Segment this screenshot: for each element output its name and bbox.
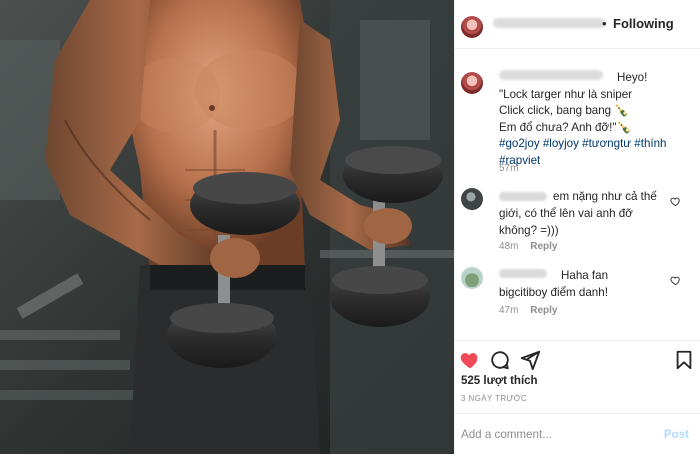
author-username-blurred[interactable] (493, 18, 605, 28)
share-icon[interactable] (519, 349, 541, 371)
post-header: • Following (455, 0, 700, 49)
comment-line: giới, có thể lên vai anh đỡ (499, 207, 633, 220)
caption-time: 57m (499, 163, 519, 174)
post-comment-button[interactable]: Post (664, 428, 689, 441)
comment-meta: 48m Reply (499, 241, 557, 252)
comment-text: em nặng như cả thế giới, có thể lên vai … (499, 188, 677, 239)
caption-line: Heyo! (617, 71, 648, 84)
hashtag-links[interactable]: #go2joy #loyjoy #tươngtư #thính (499, 136, 695, 153)
author-avatar[interactable] (461, 16, 483, 38)
caption-author-avatar[interactable] (461, 72, 483, 94)
caption-text: Heyo! "Lock targer như là sniper Click c… (499, 70, 695, 169)
comment-time: 47m (499, 305, 519, 316)
post-actions: 525 lượt thích 3 NGÀY TRƯỚC Add a commen… (455, 340, 700, 454)
caption-line: "Lock targer như là sniper (499, 87, 633, 101)
caption-line: Click click, bang bang 🍾 (499, 104, 629, 117)
post-photo[interactable] (0, 0, 454, 454)
instagram-post: • Following Heyo! "Lock targer như là sn… (0, 0, 700, 454)
reply-button[interactable]: Reply (530, 241, 557, 252)
comment-time: 48m (499, 241, 519, 252)
add-comment-input[interactable]: Add a comment... (461, 428, 552, 441)
following-button[interactable]: Following (613, 16, 674, 31)
comment-text: Haha fan bigcitiboy điểm danh! (499, 267, 677, 301)
comment-line: Haha fan (561, 269, 609, 282)
gym-man-dumbbells-image (0, 0, 454, 454)
comment-line: không? =))) (499, 224, 559, 237)
comment-line: em nặng như cả thế (553, 190, 657, 203)
reply-button[interactable]: Reply (530, 305, 557, 316)
add-comment-row: Add a comment... Post (455, 413, 700, 455)
comment-meta: 47m Reply (499, 305, 557, 316)
comment-line: bigcitiboy điểm danh! (499, 286, 608, 299)
hashtag-link[interactable]: #rapviet (499, 153, 695, 170)
separator-dot: • (602, 16, 607, 31)
post-timestamp: 3 NGÀY TRƯỚC (461, 394, 528, 403)
commenter-avatar[interactable] (461, 267, 483, 289)
heart-filled-icon[interactable] (459, 349, 481, 371)
bookmark-icon[interactable] (673, 349, 695, 371)
like-comment-heart-icon[interactable] (670, 196, 681, 207)
comment-icon[interactable] (489, 349, 511, 371)
like-comment-heart-icon[interactable] (670, 275, 681, 286)
likes-count[interactable]: 525 lượt thích (461, 375, 538, 387)
post-sidebar: • Following Heyo! "Lock targer như là sn… (454, 0, 700, 454)
caption-line: Em đổ chưa? Anh đỡ!"🍾 (499, 120, 631, 134)
commenter-avatar[interactable] (461, 188, 483, 210)
